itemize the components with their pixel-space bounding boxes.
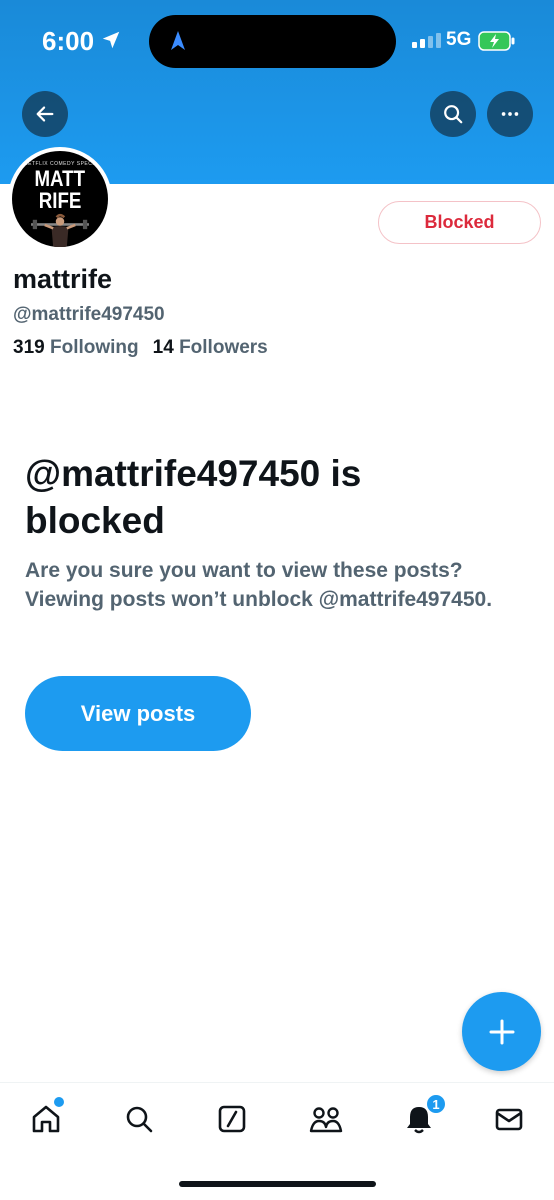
dynamic-island	[149, 15, 396, 68]
status-time: 6:00	[42, 26, 95, 56]
user-handle: @mattrife497450	[13, 304, 165, 325]
search-button[interactable]	[430, 91, 476, 137]
grok-icon	[218, 1105, 246, 1133]
notifications-badge: 1	[425, 1093, 447, 1115]
avatar-title-line2: RIFE	[38, 188, 82, 213]
search-icon	[444, 105, 463, 124]
follow-stats: 319 Following 14 Followers	[13, 337, 268, 359]
avatar-image: A NETFLIX COMEDY SPECIAL MATT RIFE	[12, 151, 108, 247]
arrow-left-icon	[36, 106, 54, 122]
tab-home[interactable]	[28, 1097, 64, 1137]
following-label: Following	[49, 337, 139, 358]
navigation-arrow-icon	[171, 31, 185, 50]
home-unread-dot	[54, 1097, 64, 1107]
blocked-button[interactable]: Blocked	[378, 201, 541, 244]
search-icon	[126, 1106, 153, 1133]
avatar-figure	[31, 213, 89, 247]
followers-label: Followers	[179, 337, 268, 358]
display-name: mattrife	[13, 264, 113, 294]
following-link[interactable]: 319 Following	[13, 337, 139, 359]
avatar-title-line1: MATT	[34, 166, 86, 191]
battery-charging-icon	[478, 31, 515, 51]
tab-search[interactable]	[121, 1101, 157, 1137]
followers-link[interactable]: 14 Followers	[153, 337, 268, 359]
location-arrow-icon	[102, 31, 120, 49]
following-count: 319	[13, 337, 45, 358]
followers-count: 14	[152, 337, 174, 358]
blocked-title: @mattrife497450 is blocked	[25, 453, 362, 541]
view-posts-button[interactable]: View posts	[25, 676, 251, 751]
communities-icon	[309, 1107, 343, 1133]
tab-grok[interactable]	[214, 1101, 250, 1137]
status-bar: 6:00 5G	[0, 0, 554, 84]
home-indicator	[179, 1181, 376, 1187]
avatar[interactable]: A NETFLIX COMEDY SPECIAL MATT RIFE	[8, 147, 112, 251]
tab-communities[interactable]	[308, 1101, 344, 1137]
more-options-button[interactable]	[487, 91, 533, 137]
plus-icon	[489, 1019, 514, 1044]
back-button[interactable]	[22, 91, 68, 137]
network-type: 5G	[446, 29, 472, 50]
mail-icon	[495, 1108, 523, 1131]
more-horizontal-icon	[501, 112, 519, 116]
compose-fab[interactable]	[462, 992, 541, 1071]
blocked-description: Are you sure you want to view these post…	[25, 559, 493, 611]
tab-notifications[interactable]: 1	[401, 1093, 447, 1137]
signal-strength-icon	[412, 33, 441, 48]
home-icon	[32, 1105, 60, 1133]
tab-messages[interactable]	[491, 1101, 527, 1137]
